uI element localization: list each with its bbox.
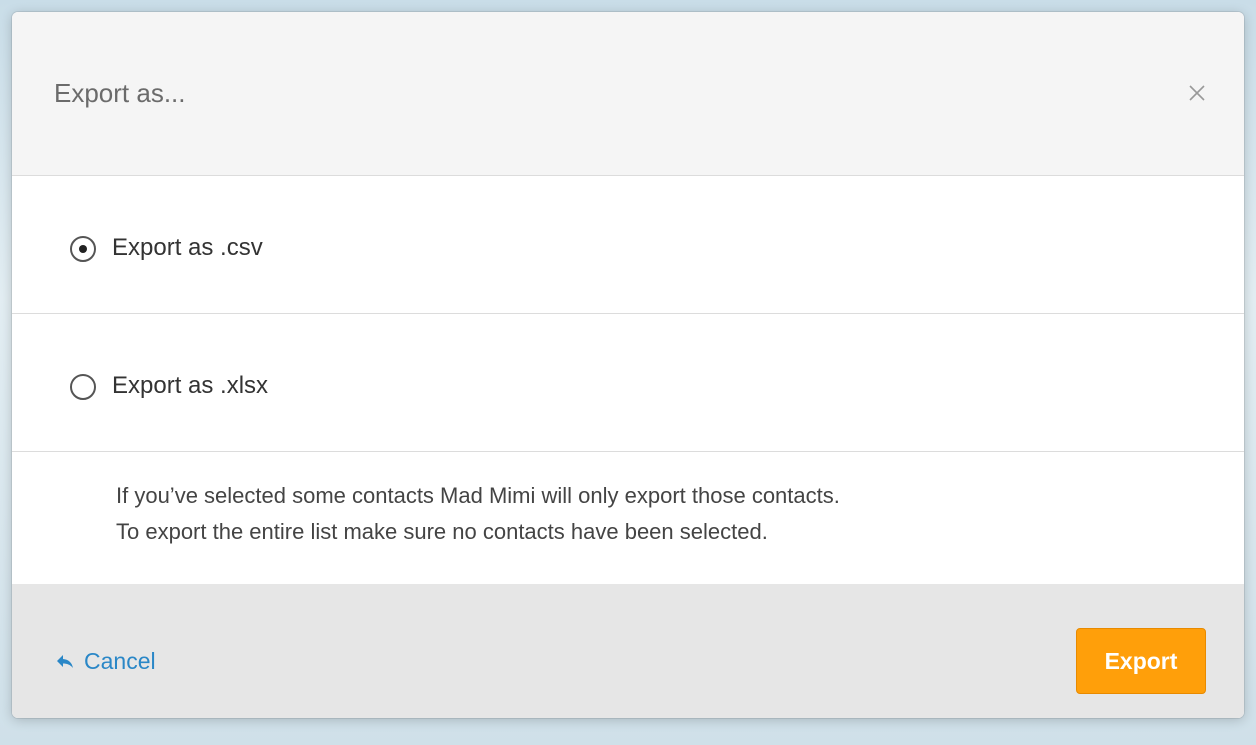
dialog-footer: Cancel Export [12, 584, 1244, 718]
close-button[interactable] [1186, 82, 1208, 104]
dialog-title: Export as... [54, 78, 186, 108]
note-line-2: To export the entire list make sure no c… [116, 519, 768, 544]
option-csv[interactable]: Export as .csv [12, 176, 1244, 314]
cancel-link[interactable]: Cancel [56, 648, 156, 675]
cancel-label[interactable]: Cancel [84, 648, 156, 675]
export-button[interactable]: Export [1076, 628, 1206, 694]
option-xlsx[interactable]: Export as .xlsx [12, 314, 1244, 452]
export-dialog: Export as... Export as .csv Export as .x… [12, 12, 1244, 718]
reply-arrow-icon [57, 654, 73, 668]
option-csv-label[interactable]: Export as .csv [112, 234, 263, 262]
close-icon [1189, 85, 1205, 101]
note-line-1: If you’ve selected some contacts Mad Mim… [116, 483, 840, 508]
export-note: If you’ve selected some contacts Mad Mim… [12, 452, 1244, 585]
dialog-header: Export as... [12, 12, 1244, 176]
option-xlsx-label[interactable]: Export as .xlsx [112, 372, 268, 400]
note-text: If you’ve selected some contacts Mad Mim… [116, 478, 840, 550]
radio-xlsx[interactable] [70, 374, 96, 400]
radio-csv[interactable] [70, 236, 96, 262]
